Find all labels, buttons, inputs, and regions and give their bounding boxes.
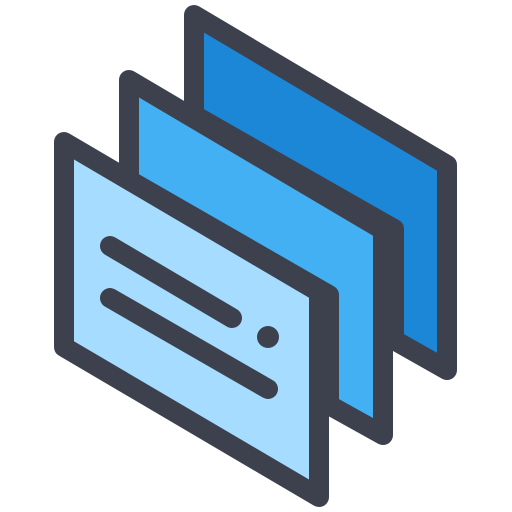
- text-dot: [257, 326, 279, 348]
- stacked-layers-icon: [54, 5, 457, 507]
- icon-canvas: [0, 0, 512, 512]
